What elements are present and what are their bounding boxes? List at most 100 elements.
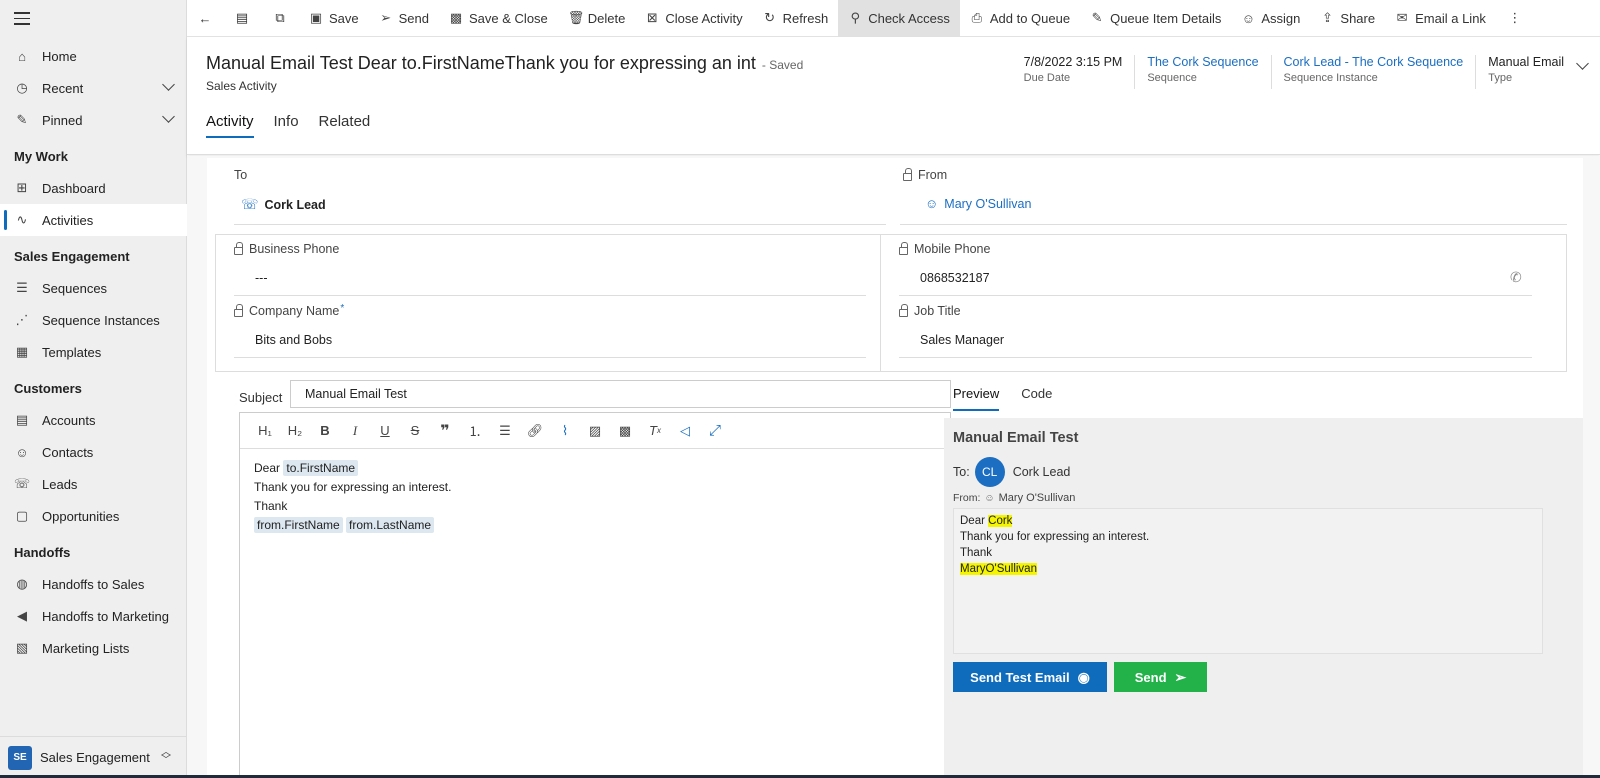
nav-sequences-label: Sequences (42, 280, 108, 296)
expand-icon[interactable]: ⤢ (700, 417, 730, 445)
magnifier-icon: ⚲ (850, 10, 860, 25)
to-field[interactable]: ☏ Cork Lead (241, 196, 326, 213)
tab-activity[interactable]: Activity (206, 113, 254, 138)
sequence-instance-link[interactable]: Cork Lead - The Cork Sequence (1284, 55, 1464, 69)
from-value[interactable]: Mary O'Sullivan (944, 197, 1031, 211)
nav-opportunities[interactable]: ▢ Opportunities (0, 500, 187, 532)
hamburger-menu-icon[interactable] (14, 12, 30, 26)
heading2-icon[interactable]: H₂ (280, 417, 310, 445)
subject-input[interactable] (290, 380, 951, 408)
nav-accounts[interactable]: ▤ Accounts (0, 404, 187, 436)
phone-call-icon[interactable]: ✆ (1510, 269, 1522, 286)
check-access-button[interactable]: ⚲ Check Access (838, 0, 960, 37)
email-preview: Manual Email Test To: CL Cork Lead From:… (944, 418, 1583, 778)
mobile-phone-value[interactable]: 0868532187 (920, 271, 990, 285)
nav-handoffs-to-marketing[interactable]: ◀ Handoffs to Marketing (0, 600, 187, 632)
megaphone-icon: ◀ (17, 608, 27, 623)
nav-handoffs-to-sales[interactable]: ◍ Handoffs to Sales (0, 568, 187, 600)
nav-dashboard-label: Dashboard (42, 180, 106, 196)
from-field[interactable]: ☺ Mary O'Sullivan (925, 196, 1031, 211)
open-new-window-button[interactable]: ⧉ (261, 0, 299, 37)
close-activity-label: Close Activity (665, 10, 743, 26)
image-icon[interactable]: ▨ (580, 417, 610, 445)
nav-sequences[interactable]: ☰ Sequences (0, 272, 187, 304)
send-button[interactable]: ➢ Send (369, 0, 439, 37)
token-from-lastname[interactable]: from.LastName (346, 517, 435, 533)
preview-line-3: Thank (960, 547, 992, 559)
add-to-queue-button[interactable]: ⎙ Add to Queue (960, 0, 1080, 37)
preview-to-label: To: (953, 465, 970, 479)
token-to-firstname[interactable]: to.FirstName (283, 460, 359, 476)
nav-dashboard[interactable]: ⊞ Dashboard (0, 172, 187, 204)
nav-home[interactable]: ⌂ Home (0, 40, 187, 72)
person-icon: ☺ (15, 444, 29, 460)
pin-icon: ✎ (16, 112, 28, 127)
queue-item-details-label: Queue Item Details (1110, 10, 1222, 26)
header-expand-button[interactable] (1564, 55, 1600, 89)
underline-icon[interactable]: U (370, 417, 400, 445)
job-title-label: Job Title (899, 303, 961, 318)
preview-to-name: Cork Lead (1012, 465, 1071, 479)
tab-code[interactable]: Code (1021, 386, 1052, 411)
token-from-firstname[interactable]: from.FirstName (254, 517, 343, 533)
queue-item-details-button[interactable]: ✎ Queue Item Details (1080, 0, 1231, 37)
close-activity-button[interactable]: ⊠ Close Activity (635, 0, 752, 37)
subject-label: Subject (239, 390, 283, 405)
nav-activities[interactable]: ∿ Activities (0, 204, 187, 236)
tab-related[interactable]: Related (319, 113, 371, 138)
editor-body[interactable]: Dear to.FirstName Thank you for expressi… (240, 449, 950, 545)
header-field-type: Manual Email Type (1475, 55, 1564, 89)
tab-info[interactable]: Info (274, 113, 299, 138)
bullet-list-icon[interactable]: ☰ (490, 417, 520, 445)
send-test-email-label: Send Test Email (970, 669, 1070, 685)
preview-send-button[interactable]: Send ➢ (1114, 662, 1207, 692)
back-button[interactable]: ← (187, 0, 223, 37)
business-phone-value[interactable]: --- (255, 271, 268, 285)
nav-contacts[interactable]: ☺ Contacts (0, 436, 187, 468)
video-icon[interactable]: ▩ (610, 417, 640, 445)
italic-icon[interactable]: I (340, 417, 370, 445)
email-link-button[interactable]: ✉ Email a Link (1385, 0, 1496, 37)
nav-leads[interactable]: ☏ Leads (0, 468, 187, 500)
form-selector-button[interactable]: ▤ (223, 0, 261, 37)
heading1-icon[interactable]: H₁ (250, 417, 280, 445)
save-status: - Saved (761, 58, 804, 72)
nav-marketing-lists[interactable]: ▧ Marketing Lists (0, 632, 187, 664)
nav-recent[interactable]: ◷ Recent (0, 72, 187, 104)
more-commands-button[interactable]: ⋮ (1496, 0, 1534, 37)
company-name-value[interactable]: Bits and Bobs (255, 333, 332, 347)
sequence-link[interactable]: The Cork Sequence (1147, 55, 1258, 69)
nav-sequence-instances[interactable]: ⋰ Sequence Instances (0, 304, 187, 336)
save-close-button[interactable]: ▩ Save & Close (439, 0, 558, 37)
globe-icon: ◍ (16, 576, 28, 591)
refresh-button[interactable]: ↻ Refresh (753, 0, 839, 37)
nav-group-sales-engagement: Sales Engagement (14, 249, 130, 264)
save-button[interactable]: ▣ Save (299, 0, 369, 37)
nav-templates[interactable]: ▦ Templates (0, 336, 187, 368)
strikethrough-icon[interactable]: S (400, 417, 430, 445)
quote-icon[interactable]: ❞ (430, 417, 460, 445)
nav-recent-label: Recent (42, 80, 84, 96)
form-tabs: Activity Info Related (206, 113, 390, 138)
clear-format-icon[interactable]: Tx (640, 417, 670, 445)
send-test-email-button[interactable]: Send Test Email ◉ (953, 662, 1107, 692)
megaphone-icon[interactable]: ◁ (670, 417, 700, 445)
from-underline (900, 224, 1567, 225)
nav-sequence-instances-label: Sequence Instances (42, 312, 160, 328)
chevron-down-icon[interactable] (162, 78, 175, 91)
save-close-label: Save & Close (469, 10, 548, 26)
job-title-value[interactable]: Sales Manager (920, 333, 1004, 347)
bold-icon[interactable]: B (310, 417, 340, 445)
tab-preview[interactable]: Preview (953, 386, 1000, 411)
nav-pinned[interactable]: ✎ Pinned (0, 104, 187, 136)
share-button[interactable]: ⇪ Share (1310, 0, 1385, 37)
assign-button[interactable]: ☺ Assign (1231, 0, 1310, 37)
share-icon: ⇪ (1321, 10, 1333, 25)
area-switcher[interactable]: SE Sales Engagement ︿ ﹀ (0, 736, 187, 778)
chevron-down-icon[interactable] (162, 110, 175, 123)
delete-button[interactable]: 🗑 Delete (558, 0, 636, 37)
attachment-icon[interactable]: ⌇ (550, 417, 580, 445)
ordered-list-icon[interactable]: ⒈ (460, 417, 490, 445)
link-icon[interactable]: 🔗︎ (520, 417, 550, 445)
mobile-phone-label-text: Mobile Phone (914, 242, 991, 256)
